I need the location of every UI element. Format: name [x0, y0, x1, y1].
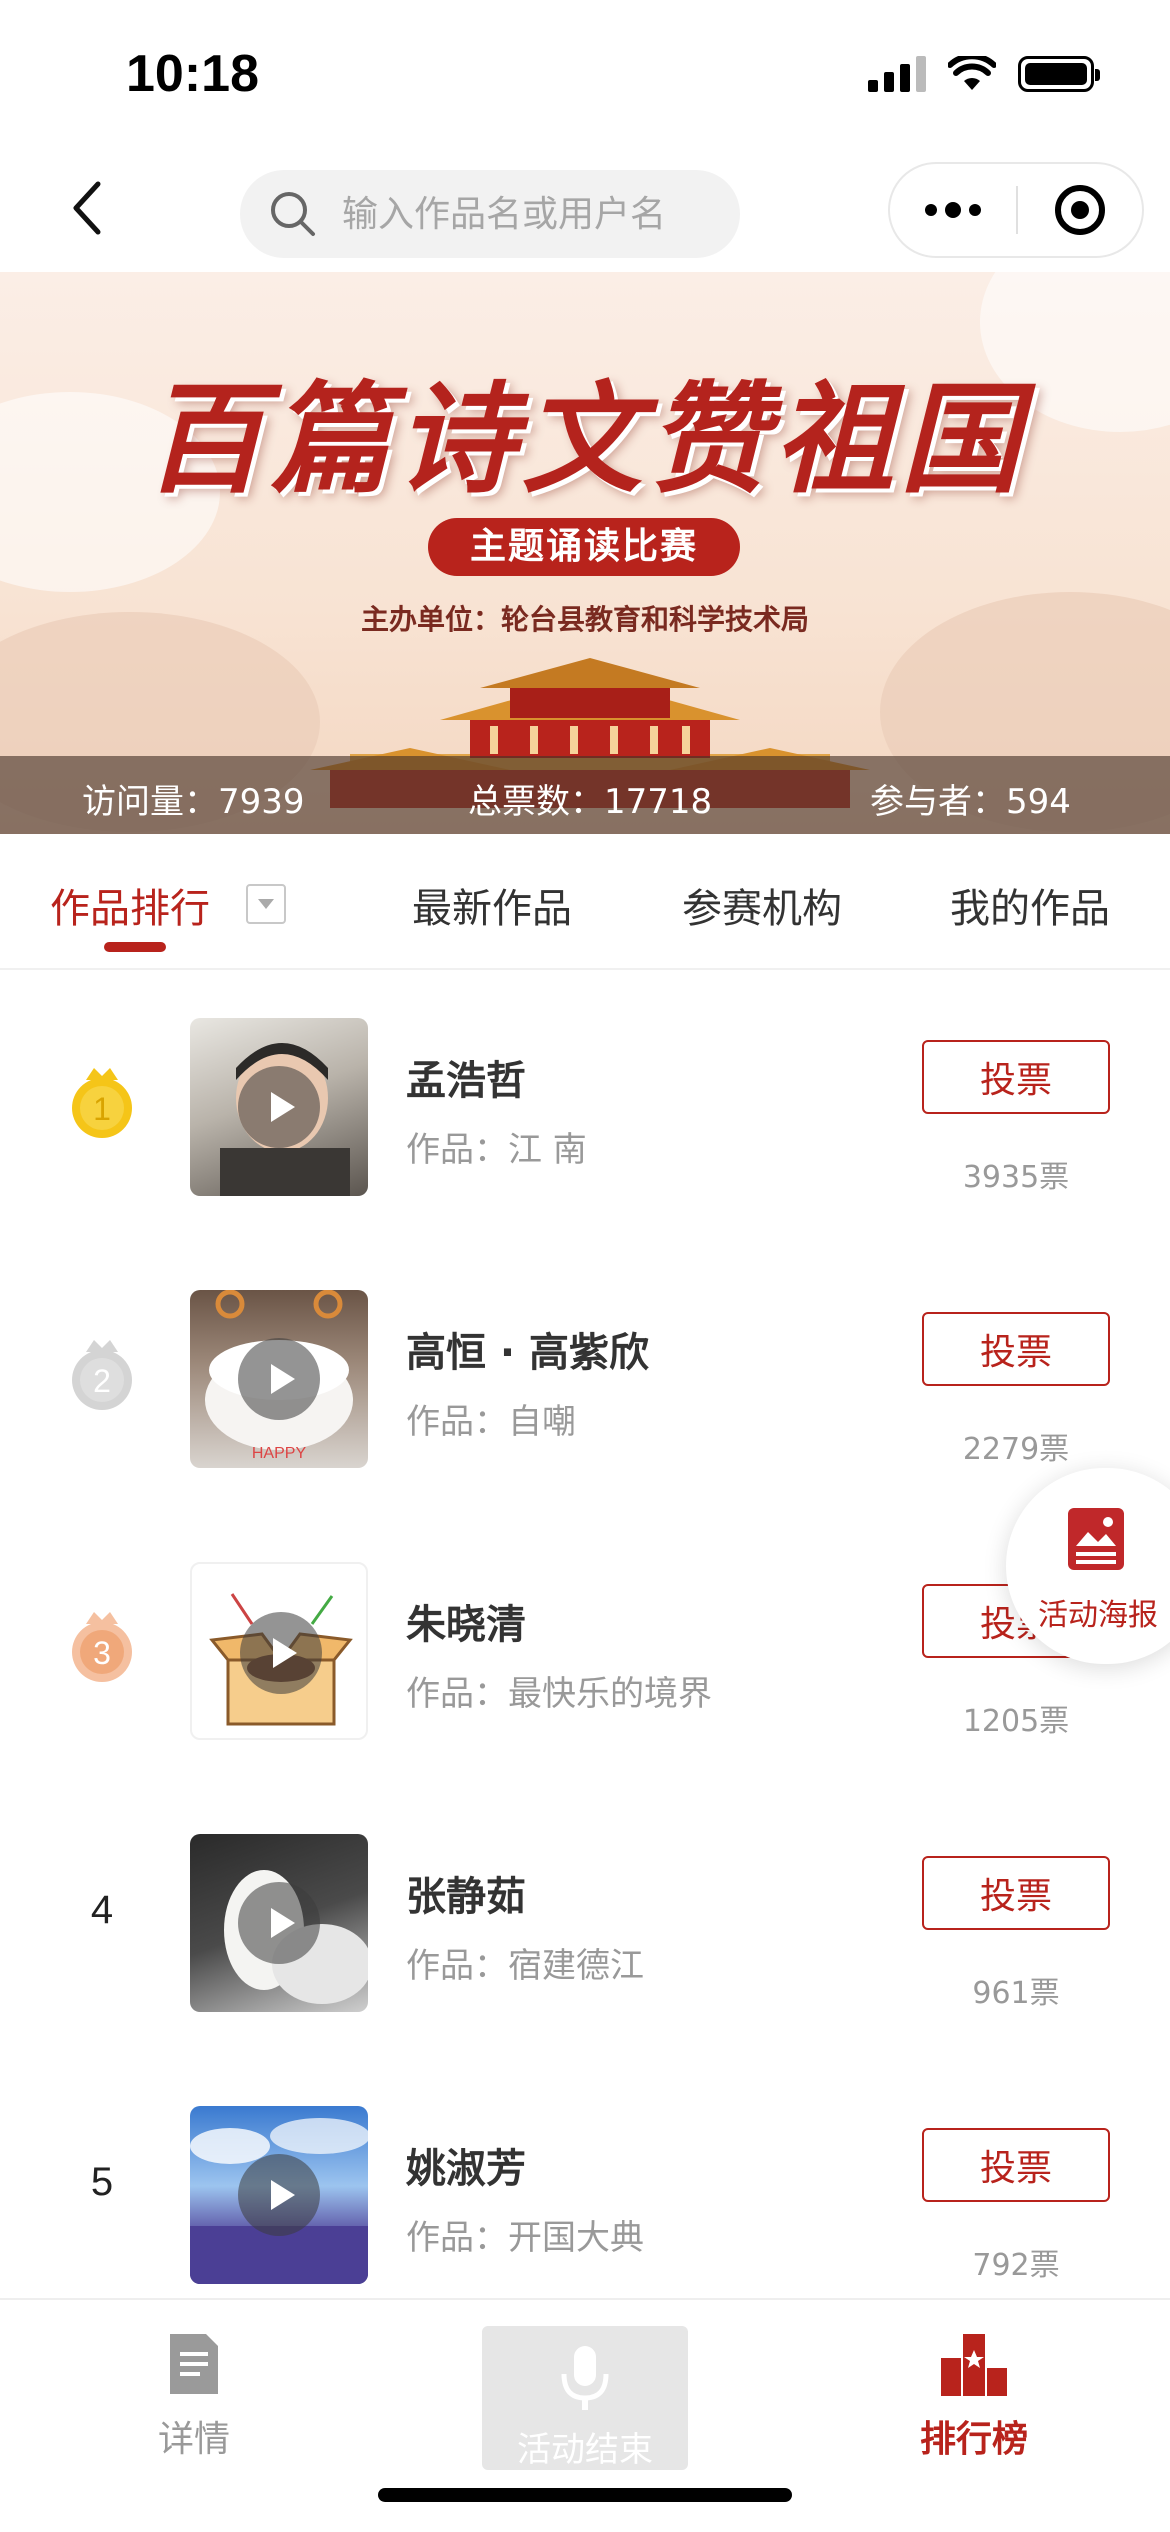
battery-icon: [1018, 56, 1100, 92]
podium-icon: [941, 2334, 1007, 2396]
work-thumbnail[interactable]: [190, 1562, 368, 1740]
search-input[interactable]: [342, 193, 702, 235]
vote-count: 961票: [972, 1976, 1060, 2011]
work-thumbnail[interactable]: [190, 2106, 368, 2284]
rank-filter-dropdown[interactable]: [246, 884, 286, 924]
status-icons: [868, 56, 1100, 92]
target-close-icon: [1054, 185, 1105, 235]
home-indicator: [378, 2488, 792, 2502]
status-bar: 10:18: [0, 0, 1170, 150]
microphone-icon: [561, 2346, 609, 2410]
bottom-tab-ranking[interactable]: 排行榜: [874, 2330, 1074, 2462]
status-time: 10:18: [126, 45, 259, 103]
list-item[interactable]: 1 孟浩哲 作品：江 南 投票 3935票: [0, 972, 1170, 1244]
active-tab-indicator: [104, 942, 166, 952]
vote-count: 2279票: [962, 1432, 1070, 1467]
banner-host: 主办单位：轮台县教育和科学技术局: [360, 603, 809, 636]
work-thumbnail[interactable]: [190, 1834, 368, 2012]
vote-count: 3935票: [962, 1160, 1070, 1195]
vote-count: 1205票: [962, 1704, 1070, 1739]
participant-name: 姚淑芳: [406, 2146, 526, 2192]
poster-label: 活动海报: [1038, 1598, 1158, 1633]
tab-my-works[interactable]: 我的作品: [950, 876, 1110, 934]
vote-button[interactable]: 投票: [922, 2128, 1110, 2202]
banner-title: 百篇诗文赞祖国: [144, 369, 1026, 510]
participant-name: 张静茹: [406, 1874, 526, 1920]
event-banner: 百篇诗文赞祖国 主题诵读比赛 主办单位：轮台县教育和科学技术局 访问量：7939…: [0, 272, 1170, 834]
wifi-icon: [948, 56, 996, 90]
vote-button[interactable]: 投票: [922, 1040, 1110, 1114]
participant-count: 参与者：594: [870, 782, 1071, 822]
list-item[interactable]: 2 HAPPY 高恒 · 高紫欣 作品：自嘲 投票 2279票: [0, 1244, 1170, 1516]
silver-medal-icon: 2: [72, 1340, 132, 1410]
nav-bar: [0, 150, 1170, 272]
work-title: 作品：开国大典: [406, 2218, 644, 2258]
participant-name: 孟浩哲: [406, 1058, 526, 1104]
search-icon: [271, 192, 315, 236]
poster-icon: [1068, 1508, 1124, 1570]
work-title: 作品：宿建德江: [406, 1946, 644, 1986]
tab-latest[interactable]: 最新作品: [412, 876, 572, 934]
bronze-medal-icon: 3: [72, 1612, 132, 1682]
work-title: 作品：最快乐的境界: [406, 1674, 712, 1714]
work-title: 作品：自嘲: [406, 1402, 576, 1442]
event-ended-button: 活动结束: [482, 2326, 688, 2470]
play-icon: [238, 1066, 320, 1148]
list-item[interactable]: 5 姚淑芳 作品：开国大典 投票 792票: [0, 2060, 1170, 2332]
rank-number: 4: [90, 1888, 114, 1932]
event-ended-label: 活动结束: [517, 2430, 653, 2470]
svg-text:2: 2: [93, 1363, 111, 1399]
play-icon: [238, 1882, 320, 1964]
banner-stats: 访问量：7939 总票数：17718 参与者：594: [0, 756, 1170, 834]
vote-button[interactable]: 投票: [922, 1856, 1110, 1930]
bottom-tab-ranking-label: 排行榜: [919, 2419, 1028, 2460]
participant-name: 高恒 · 高紫欣: [406, 1330, 650, 1376]
search-bar[interactable]: [240, 170, 740, 258]
work-title: 作品：江 南: [406, 1130, 587, 1170]
cellular-signal-icon: [868, 56, 926, 92]
more-button[interactable]: [890, 202, 1016, 218]
gold-medal-icon: 1: [72, 1068, 132, 1138]
chevron-left-icon: [73, 181, 101, 235]
play-icon: [240, 1612, 322, 1694]
mini-program-capsule: [888, 162, 1144, 258]
bottom-tab-detail[interactable]: 详情: [94, 2330, 294, 2462]
list-item[interactable]: 3 朱晓清 作品：最快乐的境界 投票 1205票: [0, 1516, 1170, 1788]
caret-down-icon: [258, 899, 274, 909]
rank-number: 5: [90, 2160, 114, 2204]
tab-rankings[interactable]: 作品排行: [50, 876, 210, 934]
visit-count: 访问量：7939: [82, 782, 305, 822]
vote-count: 792票: [972, 2248, 1060, 2283]
close-mini-program-button[interactable]: [1018, 182, 1142, 238]
work-thumbnail[interactable]: [190, 1018, 368, 1196]
svg-text:3: 3: [93, 1635, 111, 1671]
work-thumbnail[interactable]: HAPPY: [190, 1290, 368, 1468]
list-item[interactable]: 4 张静茹 作品：宿建德江 投票 961票: [0, 1788, 1170, 2060]
document-icon: [170, 2334, 218, 2394]
tab-institutions[interactable]: 参赛机构: [682, 876, 842, 934]
svg-text:HAPPY: HAPPY: [252, 1445, 307, 1462]
bottom-tab-detail-label: 详情: [157, 2419, 230, 2460]
play-icon: [238, 2154, 320, 2236]
vote-button[interactable]: 投票: [922, 1312, 1110, 1386]
participant-name: 朱晓清: [406, 1602, 526, 1648]
banner-subtitle: 主题诵读比赛: [428, 518, 740, 576]
tab-bar: 作品排行 最新作品 参赛机构 我的作品: [0, 834, 1170, 970]
total-votes: 总票数：17718: [468, 782, 713, 822]
svg-text:1: 1: [93, 1091, 111, 1127]
play-icon: [238, 1338, 320, 1420]
back-button[interactable]: [58, 178, 118, 238]
